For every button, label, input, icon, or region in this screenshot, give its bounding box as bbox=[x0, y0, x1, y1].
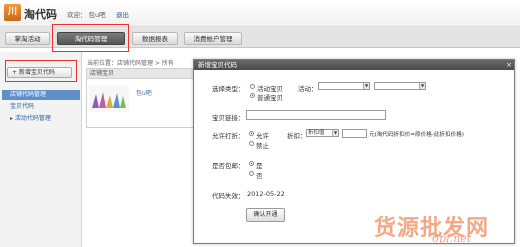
radio-free-shipping-no-label: 否 bbox=[256, 172, 263, 180]
highlight-box-sidebar bbox=[5, 60, 77, 82]
welcome-text: 欢迎： 包u吧 bbox=[67, 9, 106, 19]
confirm-open-button[interactable]: 确认开通 bbox=[246, 208, 285, 222]
close-icon[interactable]: × bbox=[505, 61, 513, 69]
radio-normal-product-label: 普通宝贝 bbox=[257, 94, 283, 102]
breadcrumb: 当前位置：店铺代码管理 > 所有 bbox=[87, 60, 174, 67]
sidebar-item-product-codes[interactable]: 宝贝代码 bbox=[2, 102, 80, 112]
sidebar-item-activity-codes[interactable]: ▸ 活动代码管理 bbox=[2, 114, 80, 124]
radio-free-shipping-yes[interactable] bbox=[249, 161, 254, 166]
free-shipping-label: 是否包邮： bbox=[212, 162, 245, 170]
tab-account-management[interactable]: 消费帐户管理 bbox=[184, 32, 242, 45]
tab-reports[interactable]: 数据报表 bbox=[132, 32, 178, 45]
discount-label: 折扣： bbox=[287, 132, 307, 140]
product-image[interactable] bbox=[89, 86, 129, 112]
radio-forbid-discount-label: 禁止 bbox=[256, 142, 269, 150]
username: 包u吧 bbox=[88, 11, 106, 19]
discount-amount-input[interactable] bbox=[342, 129, 367, 138]
radio-free-shipping-yes-label: 是 bbox=[256, 162, 263, 170]
activity-select[interactable]: ▼ bbox=[318, 82, 370, 90]
product-link-input[interactable] bbox=[246, 110, 386, 120]
chevron-down-icon: ▼ bbox=[332, 130, 338, 136]
logo-icon: 川 bbox=[4, 4, 21, 21]
allow-discount-label: 允许打折： bbox=[212, 132, 245, 140]
radio-activity-product[interactable] bbox=[250, 84, 255, 89]
sidebar-item-shop-codes[interactable]: 店铺代码管理 bbox=[2, 90, 80, 100]
discount-type-select[interactable]: 折扣值 ▼ bbox=[306, 129, 339, 137]
chevron-down-icon: ▼ bbox=[419, 83, 425, 89]
activity-subselect[interactable]: ▼ bbox=[374, 82, 426, 90]
panel-header: 店铺宝贝 bbox=[87, 69, 195, 79]
app-title: 淘代码 bbox=[24, 8, 57, 21]
product-name-link[interactable]: 包u吧 bbox=[136, 88, 152, 97]
radio-allow-discount[interactable] bbox=[249, 131, 254, 136]
highlight-box-nav bbox=[52, 24, 129, 52]
discount-type-value: 折扣值 bbox=[308, 130, 325, 136]
chevron-down-icon: ▼ bbox=[363, 83, 369, 89]
radio-free-shipping-no[interactable] bbox=[249, 171, 254, 176]
logout-link[interactable]: 退出 bbox=[116, 9, 129, 19]
dialog-title: 新增宝贝代码 bbox=[194, 60, 514, 70]
radio-forbid-discount[interactable] bbox=[249, 141, 254, 146]
radio-allow-discount-label: 允许 bbox=[256, 132, 269, 140]
activity-label: 活动： bbox=[298, 85, 318, 93]
expiry-label: 代码失效： bbox=[212, 192, 245, 200]
welcome-label: 欢迎： bbox=[67, 11, 87, 19]
watermark-url: 6pf.net bbox=[432, 232, 472, 245]
type-label: 选择类型： bbox=[212, 85, 245, 93]
discount-note: 元(淘代码折扣价=原价格-此折扣价格) bbox=[369, 132, 464, 138]
expiry-date: 2012-05-22 bbox=[247, 190, 285, 198]
tab-activities[interactable]: 掌淘活动 bbox=[5, 32, 50, 45]
radio-normal-product[interactable] bbox=[250, 93, 255, 98]
product-link-label: 宝贝链接： bbox=[212, 114, 245, 122]
